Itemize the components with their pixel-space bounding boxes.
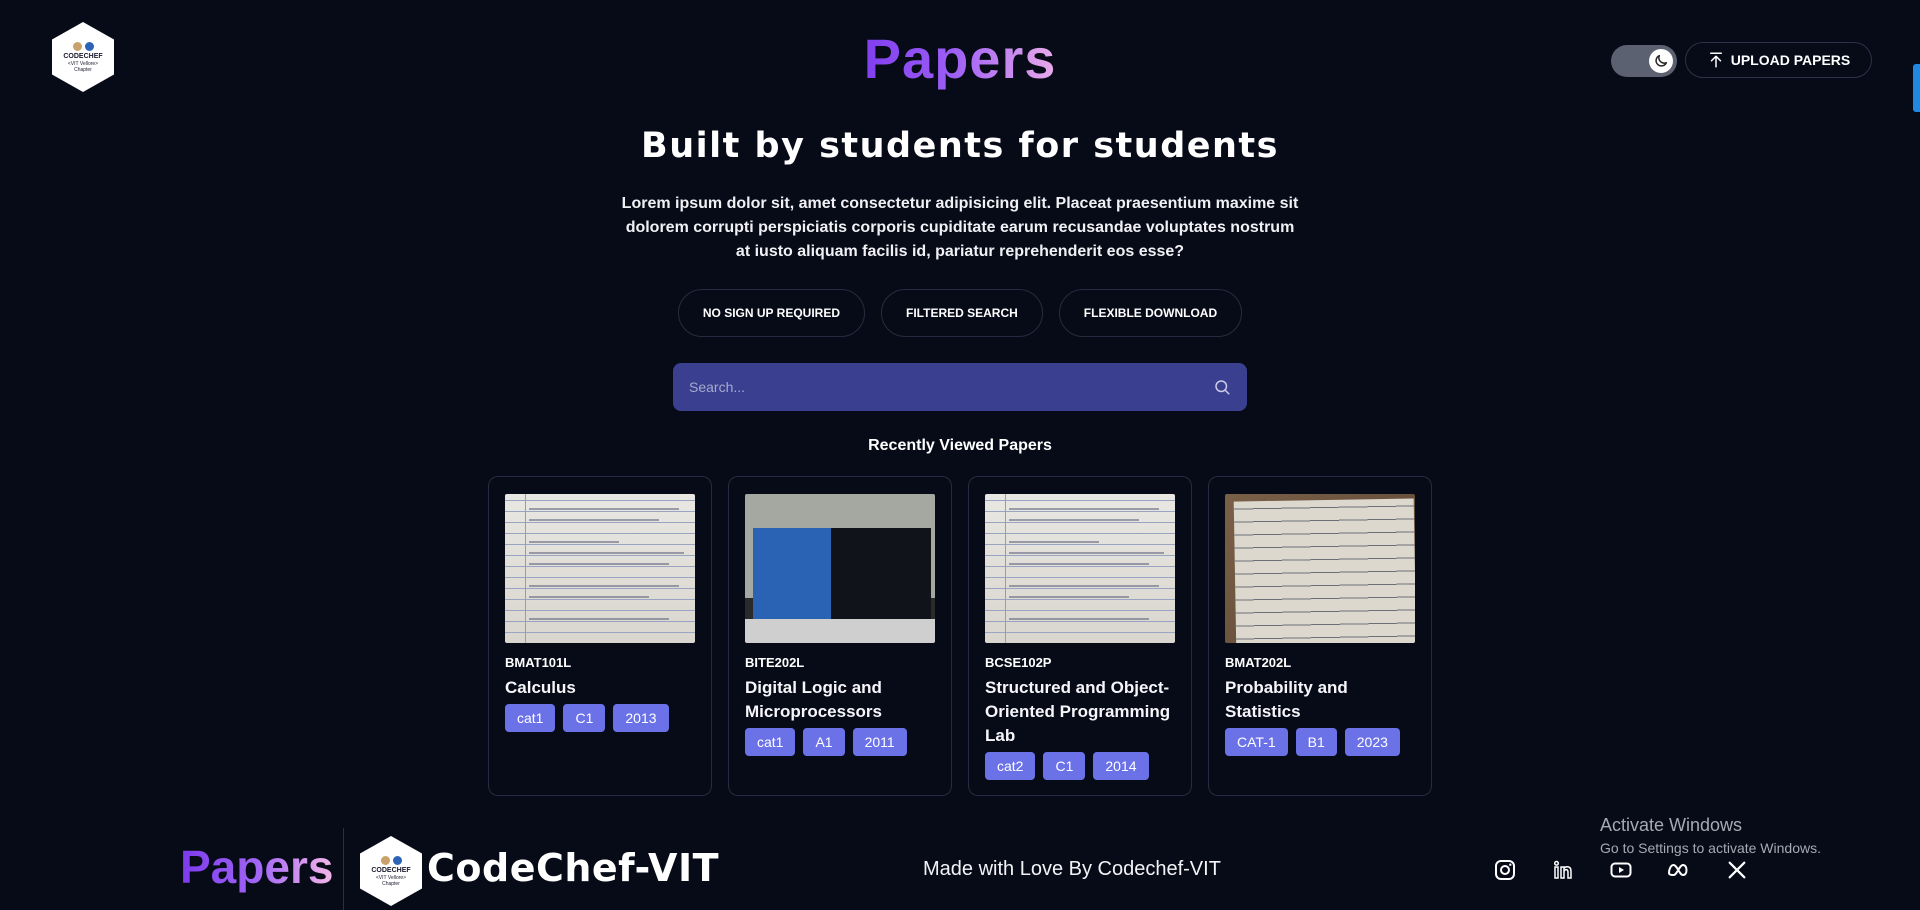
tag-year[interactable]: 2023: [1344, 728, 1400, 756]
watermark-title: Activate Windows: [1600, 815, 1743, 835]
paper-card[interactable]: BMAT101L Calculus cat1 C1 2013: [488, 476, 712, 796]
paper-tags: cat1 C1 2013: [505, 704, 695, 732]
theme-toggle[interactable]: [1611, 45, 1677, 77]
x-icon[interactable]: [1724, 857, 1750, 883]
footer-brand[interactable]: Papers: [180, 840, 333, 894]
logo-content: CODECHEF <VIT Vellore> Chapter: [63, 41, 103, 73]
paper-subject: Calculus: [505, 678, 576, 697]
tag-slot[interactable]: C1: [1043, 752, 1086, 780]
paper-tags: CAT-1 B1 2023: [1225, 728, 1415, 756]
paper-thumbnail[interactable]: [505, 494, 695, 643]
chef-hat-icon: [72, 41, 82, 51]
social-links: [1492, 857, 1750, 883]
watermark-subtitle: Go to Settings to activate Windows.: [1600, 840, 1821, 856]
hero-description: Lorem ipsum dolor sit, amet consectetur …: [621, 195, 1299, 260]
logo-line3: Chapter: [74, 66, 92, 73]
paper-code: BMAT101L: [505, 655, 572, 670]
paper-card[interactable]: BITE202L Digital Logic and Microprocesso…: [728, 476, 952, 796]
windows-activation-watermark: Activate Windows Go to Settings to activ…: [1600, 815, 1821, 856]
footer-made-with: Made with Love By Codechef-VIT: [923, 858, 1221, 880]
tag-exam[interactable]: cat1: [505, 704, 556, 732]
upload-papers-button[interactable]: UPLOAD PAPERS: [1685, 42, 1872, 78]
vit-emblem-icon: [392, 855, 402, 865]
paper-subject: Structured and Object-Oriented Programmi…: [985, 678, 1171, 745]
paper-tags: cat2 C1 2014: [985, 752, 1175, 780]
recent-papers-heading: Recently Viewed Papers: [868, 437, 1052, 454]
logo-line1: CODECHEF: [371, 866, 411, 874]
footer-divider: [343, 828, 344, 910]
paper-thumbnail[interactable]: [1225, 494, 1415, 643]
paper-subject: Digital Logic and Microprocessors: [745, 678, 882, 721]
paper-tags: cat1 A1 2011: [745, 728, 935, 756]
paper-code: BITE202L: [745, 655, 805, 670]
tag-year[interactable]: 2013: [613, 704, 669, 732]
tag-slot[interactable]: A1: [803, 728, 845, 756]
instagram-icon[interactable]: [1492, 857, 1518, 883]
footer-codechef-logo[interactable]: CODECHEF <VIT Vellore> Chapter: [360, 836, 422, 906]
upload-papers-label: UPLOAD PAPERS: [1730, 52, 1851, 68]
logo-line3: Chapter: [382, 880, 400, 887]
chef-hat-icon: [380, 855, 390, 865]
codechef-logo[interactable]: CODECHEF <VIT Vellore> Chapter: [52, 22, 114, 92]
paper-thumbnail[interactable]: [745, 494, 935, 643]
paper-card[interactable]: BCSE102P Structured and Object-Oriented …: [968, 476, 1192, 796]
meta-icon[interactable]: [1666, 857, 1692, 883]
search-icon[interactable]: [1213, 378, 1231, 396]
paper-code: BMAT202L: [1225, 655, 1292, 670]
logo-mini-icons: [380, 855, 402, 865]
linkedin-icon[interactable]: [1550, 857, 1576, 883]
paper-subject: Probability and Statistics: [1225, 678, 1348, 721]
tag-year[interactable]: 2014: [1093, 752, 1149, 780]
feature-pill-filtered-search[interactable]: FILTERED SEARCH: [881, 289, 1043, 337]
vit-emblem-icon: [84, 41, 94, 51]
feature-pills: NO SIGN UP REQUIRED FILTERED SEARCH FLEX…: [0, 289, 1920, 337]
footer-org-name: CodeChef-VIT: [427, 846, 720, 890]
tag-year[interactable]: 2011: [852, 728, 907, 756]
hero-headline: Built by students for students: [641, 126, 1279, 166]
paper-card[interactable]: BMAT202L Probability and Statistics CAT-…: [1208, 476, 1432, 796]
tag-slot[interactable]: B1: [1295, 728, 1337, 756]
upload-icon: [1709, 52, 1722, 68]
paper-thumbnail[interactable]: [985, 494, 1175, 643]
paper-code: BCSE102P: [985, 655, 1052, 670]
feature-pill-no-signup[interactable]: NO SIGN UP REQUIRED: [677, 289, 866, 337]
moon-icon: [1655, 54, 1668, 67]
tag-slot[interactable]: C1: [563, 704, 606, 732]
page-title: Papers: [850, 26, 1070, 91]
youtube-icon[interactable]: [1608, 857, 1634, 883]
search-input[interactable]: [689, 379, 1213, 395]
logo-line1: CODECHEF: [63, 52, 103, 60]
tag-exam[interactable]: cat1: [745, 728, 796, 756]
logo-mini-icons: [72, 41, 94, 51]
recent-papers-list: BMAT101L Calculus cat1 C1 2013 BITE202L …: [488, 476, 1432, 796]
search-bar: [673, 363, 1247, 411]
theme-toggle-knob: [1649, 49, 1673, 73]
tag-exam[interactable]: CAT-1: [1225, 728, 1288, 756]
scroll-indicator[interactable]: [1913, 64, 1920, 112]
feature-pill-flexible-download[interactable]: FLEXIBLE DOWNLOAD: [1058, 289, 1243, 337]
tag-exam[interactable]: cat2: [985, 752, 1036, 780]
